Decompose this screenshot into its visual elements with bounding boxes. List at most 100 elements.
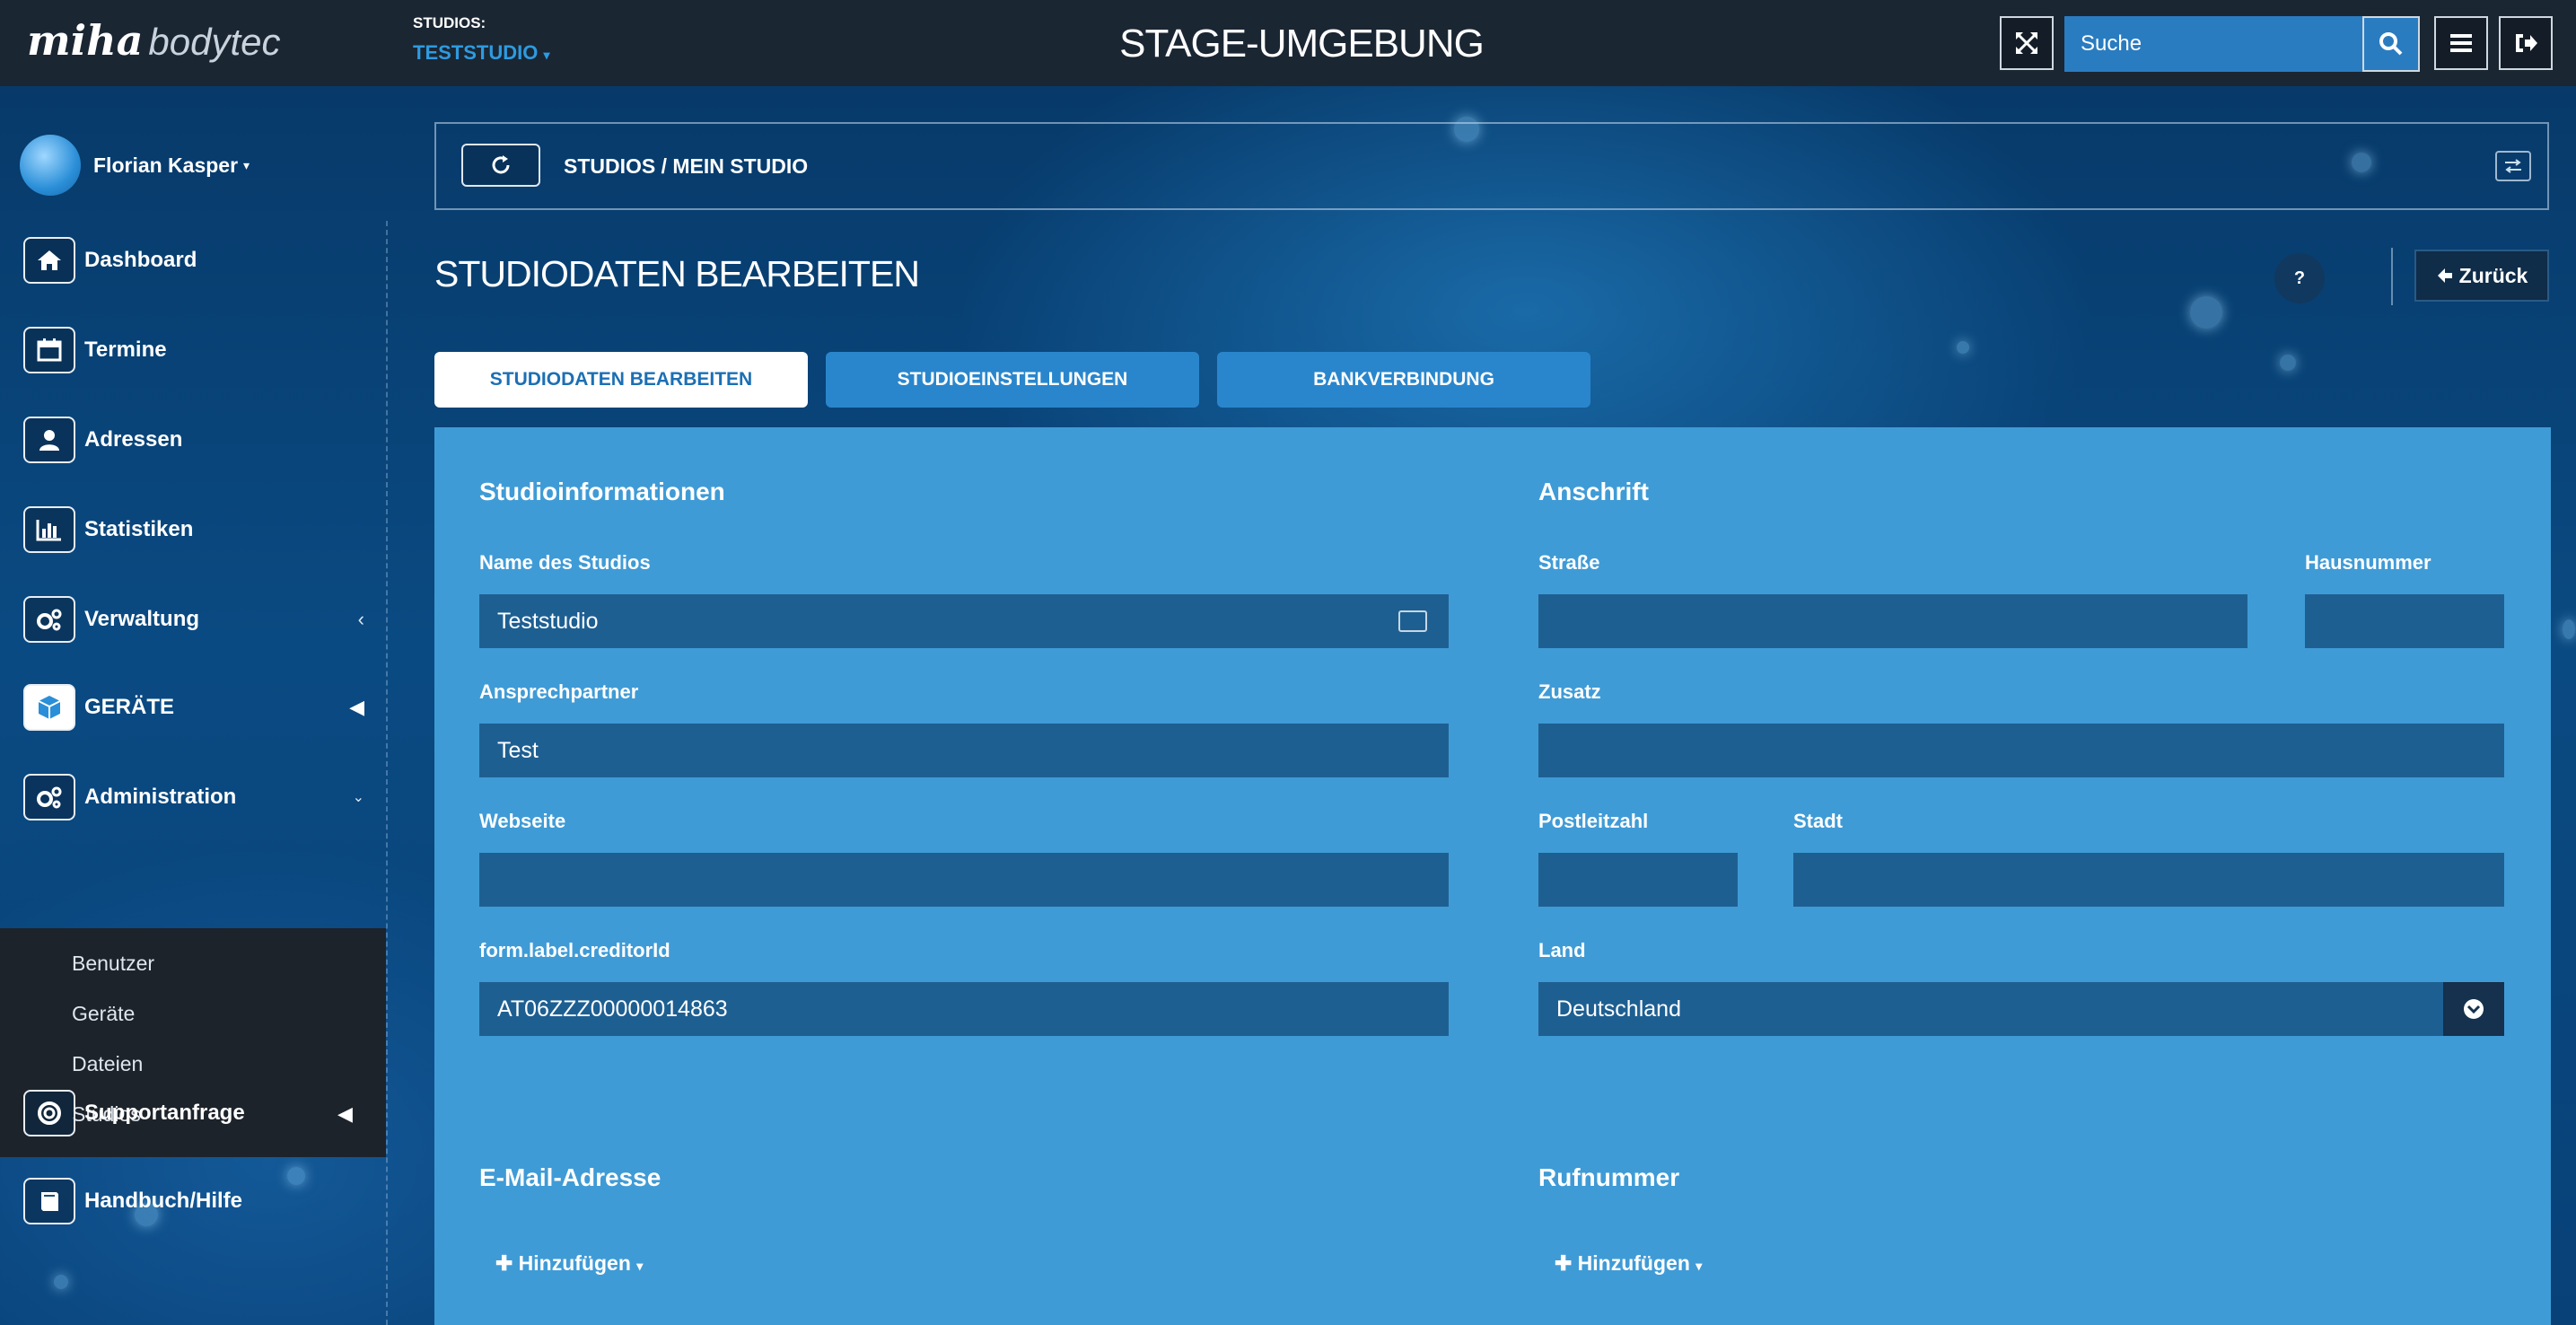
caret-left-icon: ◀: [349, 696, 364, 718]
label-street: Straße: [1538, 551, 1600, 574]
home-icon: [23, 237, 75, 284]
book-icon: [23, 1178, 75, 1224]
environment-title: STAGE-UMGEBUNG: [1119, 22, 1485, 66]
contact-card-icon: [1398, 610, 1427, 632]
sidebar-item-geraete[interactable]: GERÄTE ◀: [23, 680, 364, 734]
city-input[interactable]: [1793, 853, 2504, 907]
back-button-label: Zurück: [2458, 263, 2528, 287]
sidebar-item-supportanfrage[interactable]: Supportanfrage: [23, 1086, 364, 1140]
decor-bubble: [2280, 355, 2296, 371]
cube-icon: [23, 684, 75, 731]
sidebar-item-adressen[interactable]: Adressen: [23, 413, 364, 467]
hamburger-icon: [2450, 34, 2472, 52]
top-bar: miha bodytec STUDIOS: TESTSTUDIO ▾ STAGE…: [0, 0, 2576, 86]
plus-icon: ✚: [1555, 1251, 1578, 1275]
fullscreen-button[interactable]: [2000, 16, 2054, 70]
caret-down-icon: ▾: [636, 1259, 644, 1273]
search-button[interactable]: [2362, 16, 2420, 72]
sidebar-divider: [386, 221, 388, 1325]
search-input[interactable]: [2064, 31, 2352, 57]
fullscreen-icon: [2016, 32, 2037, 54]
search-icon: [2379, 32, 2403, 56]
studio-selector[interactable]: STUDIOS: TESTSTUDIO ▾: [413, 14, 550, 65]
brand-logo[interactable]: miha bodytec: [27, 16, 281, 70]
sidebar-item-handbuch[interactable]: Handbuch/Hilfe: [23, 1174, 364, 1228]
sidebar-item-label: Statistiken: [84, 517, 194, 541]
tab-bankverbindung[interactable]: BANKVERBINDUNG: [1217, 352, 1590, 408]
calendar-icon: [23, 327, 75, 373]
cogs-icon: [23, 774, 75, 820]
caret-down-icon: ▾: [1695, 1259, 1703, 1273]
sidebar-item-label: Supportanfrage: [84, 1101, 245, 1125]
arrow-left-icon: [2437, 268, 2452, 283]
sidebar-item-label: Adressen: [84, 427, 183, 452]
chevron-down-icon: ⌄: [352, 790, 364, 805]
bar-chart-icon: [23, 506, 75, 553]
breadcrumb: STUDIOS / MEIN STUDIO: [564, 154, 809, 178]
street-input[interactable]: [1538, 594, 2247, 648]
toggle-panel-button[interactable]: [2495, 151, 2531, 181]
submenu-item-geraete[interactable]: Geräte: [72, 1002, 135, 1026]
tab-studiodaten[interactable]: STUDIODATEN BEARBEITEN: [434, 352, 808, 408]
studio-form-panel: Studioinformationen Anschrift Name des S…: [434, 427, 2551, 1325]
sidebar-item-verwaltung[interactable]: Verwaltung ‹: [23, 592, 364, 646]
sidebar-item-label: Dashboard: [84, 248, 197, 272]
creditor-id-input[interactable]: [479, 982, 1449, 1036]
logout-button[interactable]: [2499, 16, 2553, 70]
label-studio-name: Name des Studios: [479, 551, 651, 574]
studio-selector-value[interactable]: TESTSTUDIO ▾: [413, 41, 550, 65]
exchange-icon: [2505, 159, 2521, 173]
tab-studioeinstellungen[interactable]: STUDIOEINSTELLUNGEN: [826, 352, 1199, 408]
contact-input[interactable]: [479, 724, 1449, 777]
label-city: Stadt: [1793, 810, 1843, 832]
sidebar-item-label: Verwaltung: [84, 607, 200, 631]
menu-button[interactable]: [2434, 16, 2488, 70]
country-select-value: Deutschland: [1556, 996, 1681, 1022]
add-phone-label: Hinzufügen: [1577, 1251, 1690, 1275]
house-number-input[interactable]: [2305, 594, 2504, 648]
sidebar-item-dashboard[interactable]: Dashboard: [23, 233, 364, 287]
label-creditor-id: form.label.creditorId: [479, 939, 670, 961]
add-email-button[interactable]: ✚ Hinzufügen ▾: [495, 1251, 643, 1276]
studio-name-input[interactable]: [479, 594, 1449, 648]
sign-out-icon: [2516, 34, 2537, 52]
help-button[interactable]: ?: [2274, 253, 2325, 303]
sidebar-item-statistiken[interactable]: Statistiken: [23, 503, 364, 557]
section-title-anschrift: Anschrift: [1538, 478, 1649, 505]
back-button[interactable]: Zurück: [2414, 250, 2549, 302]
website-input[interactable]: [479, 853, 1449, 907]
section-title-email: E-Mail-Adresse: [479, 1163, 662, 1191]
label-extra: Zusatz: [1538, 680, 1601, 703]
plus-icon: ✚: [495, 1251, 519, 1275]
chevron-circle-down-icon: [2464, 999, 2484, 1019]
decor-bubble: [1957, 341, 1969, 354]
cogs-icon: [23, 596, 75, 643]
country-select[interactable]: Deutschland: [1538, 982, 2504, 1036]
sidebar: Florian Kasper ▾ Dashboard Termine Adres…: [0, 86, 388, 1325]
sidebar-item-label: Administration: [84, 785, 237, 809]
user-menu[interactable]: Florian Kasper ▾: [20, 135, 250, 196]
user-icon: [23, 417, 75, 463]
logo-miha: miha: [27, 16, 144, 65]
user-name: Florian Kasper: [93, 153, 239, 177]
zip-input[interactable]: [1538, 853, 1738, 907]
refresh-button[interactable]: [461, 144, 540, 187]
submenu-item-benutzer[interactable]: Benutzer: [72, 952, 154, 976]
add-email-label: Hinzufügen: [518, 1251, 631, 1275]
submenu-item-dateien[interactable]: Dateien: [72, 1052, 143, 1076]
country-dropdown-button[interactable]: [2443, 982, 2504, 1036]
header-divider: [2391, 248, 2393, 305]
decor-bubble: [2190, 296, 2222, 329]
label-zip: Postleitzahl: [1538, 810, 1649, 832]
sidebar-item-label: GERÄTE: [84, 695, 175, 719]
address-extra-input[interactable]: [1538, 724, 2504, 777]
add-phone-button[interactable]: ✚ Hinzufügen ▾: [1555, 1251, 1702, 1276]
lifebuoy-icon: [23, 1090, 75, 1136]
chevron-down-icon: ▾: [243, 157, 250, 172]
sidebar-item-termine[interactable]: Termine: [23, 323, 364, 377]
logo-bodytec: bodytec: [148, 21, 281, 63]
sidebar-item-administration[interactable]: Administration ⌄: [23, 770, 364, 824]
chevron-left-icon: ‹: [357, 608, 364, 630]
label-contact: Ansprechpartner: [479, 680, 639, 703]
avatar: [20, 135, 81, 196]
